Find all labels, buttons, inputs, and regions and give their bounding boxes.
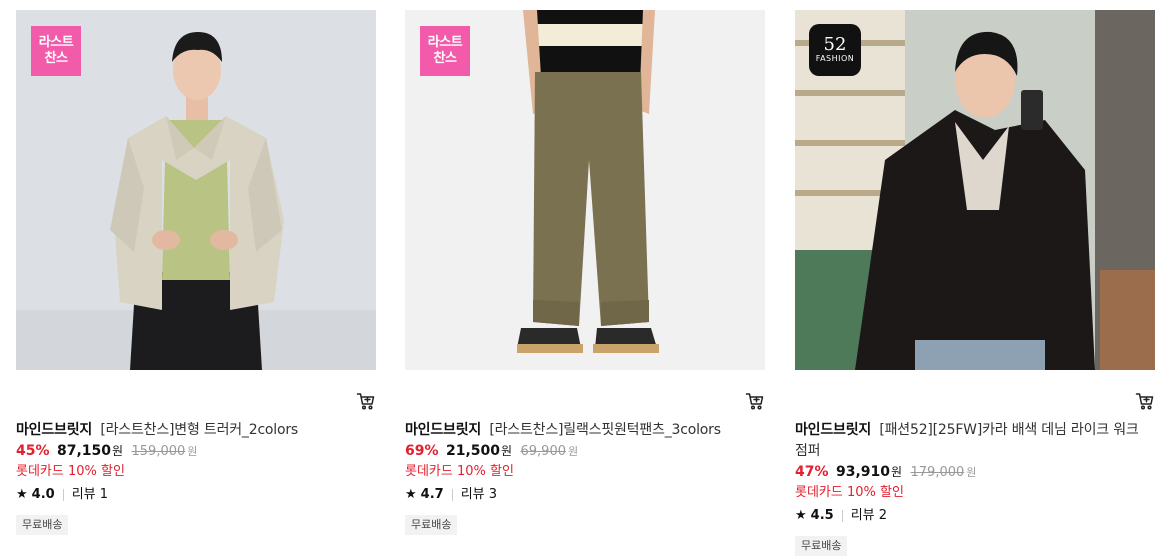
divider: [841, 510, 843, 522]
rating-score: 4.0: [31, 487, 55, 502]
product-card[interactable]: 라스트 찬스 마인드브릿지 [라스트찬스]릴랙스핏원턱팬츠_3colors 69…: [405, 10, 765, 535]
original-currency: 원: [568, 445, 579, 458]
product-title[interactable]: 마인드브릿지 [라스트찬스]변형 트러커_2colors: [16, 420, 376, 441]
sale-price: 87,150: [56, 443, 111, 459]
discount-rate: 47%: [795, 464, 829, 480]
cart-icon[interactable]: [1135, 391, 1155, 411]
product-name: [라스트찬스]변형 트러커_2colors: [100, 422, 299, 438]
star-icon: ★: [405, 487, 417, 502]
card-discount-text: 롯데카드 10% 할인: [795, 485, 904, 500]
cart-icon[interactable]: [745, 391, 765, 411]
product-image[interactable]: 라스트 찬스: [16, 10, 376, 370]
review-row: ★ 4.5 리뷰 2: [795, 506, 1155, 526]
fashion52-logo: 52 FASHION: [809, 24, 861, 76]
brand-name: 마인드브릿지: [16, 422, 93, 438]
last-chance-badge: 라스트 찬스: [31, 26, 81, 76]
last-chance-badge: 라스트 찬스: [420, 26, 470, 76]
product-name: [라스트찬스]릴랙스핏원턱팬츠_3colors: [489, 422, 721, 438]
divider: [62, 489, 64, 501]
review-count[interactable]: 리뷰 1: [72, 485, 108, 505]
free-shipping-tag: 무료배송: [795, 536, 848, 556]
badge-line2: 찬스: [433, 51, 457, 66]
product-title[interactable]: 마인드브릿지 [라스트찬스]릴랙스핏원턱팬츠_3colors: [405, 420, 765, 441]
original-price: 179,000: [910, 465, 965, 480]
original-currency: 원: [187, 445, 198, 458]
card-discount-text: 롯데카드 10% 할인: [16, 464, 125, 479]
free-shipping-tag: 무료배송: [405, 515, 458, 535]
price-row: 45% 87,150원 159,000 원: [16, 441, 376, 462]
sale-price: 93,910: [835, 464, 890, 480]
original-price: 69,900: [520, 444, 567, 459]
product-image[interactable]: 라스트 찬스: [405, 10, 765, 370]
review-count[interactable]: 리뷰 3: [461, 485, 497, 505]
badge-line1: 라스트: [38, 35, 74, 50]
divider: [451, 489, 453, 501]
product-grid: 라스트 찬스 마인드브릿지 [라스트찬스]변형 트러커_2colors 45% …: [0, 0, 1171, 556]
brand-name: 마인드브릿지: [405, 422, 482, 438]
card-discount-text: 롯데카드 10% 할인: [405, 464, 514, 479]
sale-price: 21,500: [445, 443, 500, 459]
product-card[interactable]: 라스트 찬스 마인드브릿지 [라스트찬스]변형 트러커_2colors 45% …: [16, 10, 376, 535]
price-row: 69% 21,500원 69,900 원: [405, 441, 765, 462]
currency: 원: [891, 465, 903, 479]
review-row: ★ 4.0 리뷰 1: [16, 485, 376, 505]
logo-number: 52: [823, 34, 847, 55]
star-icon: ★: [16, 487, 28, 502]
badge-line2: 찬스: [44, 51, 68, 66]
product-card[interactable]: 52 FASHION 마인드브릿지 [패션52][25FW]카라 배색 데님 라…: [795, 10, 1155, 556]
rating-score: 4.5: [810, 508, 834, 523]
badge-line1: 라스트: [427, 35, 463, 50]
cart-icon[interactable]: [356, 391, 376, 411]
review-row: ★ 4.7 리뷰 3: [405, 485, 765, 505]
review-count[interactable]: 리뷰 2: [851, 506, 887, 526]
currency: 원: [112, 444, 124, 458]
original-currency: 원: [966, 466, 977, 479]
product-image[interactable]: 52 FASHION: [795, 10, 1155, 370]
original-price: 159,000: [131, 444, 186, 459]
rating-score: 4.7: [420, 487, 444, 502]
discount-rate: 45%: [16, 443, 50, 459]
discount-rate: 69%: [405, 443, 439, 459]
logo-text: FASHION: [815, 54, 855, 63]
star-icon: ★: [795, 508, 807, 523]
brand-name: 마인드브릿지: [795, 422, 872, 438]
product-title[interactable]: 마인드브릿지 [패션52][25FW]카라 배색 데님 라이크 워크 점퍼: [795, 420, 1155, 462]
currency: 원: [501, 444, 513, 458]
price-row: 47% 93,910원 179,000 원: [795, 462, 1155, 483]
free-shipping-tag: 무료배송: [16, 515, 69, 535]
